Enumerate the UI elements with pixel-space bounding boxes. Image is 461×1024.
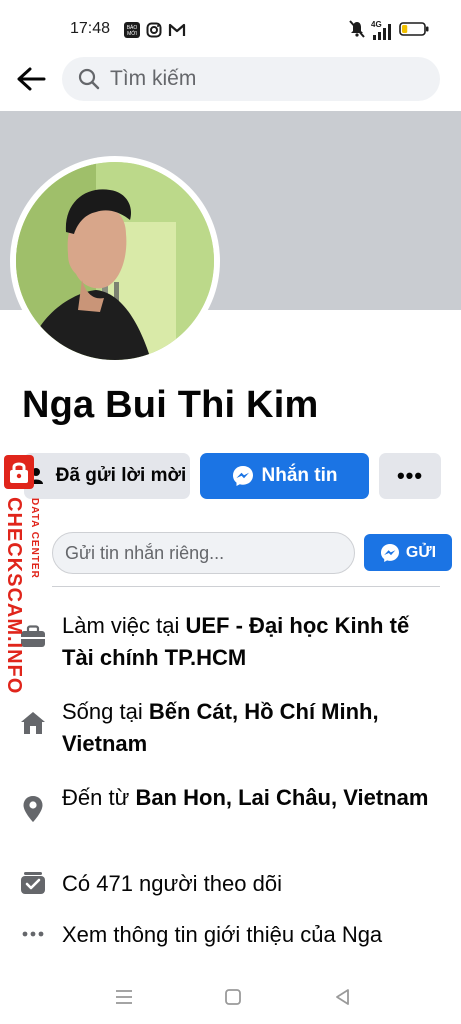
work-text: Làm việc tại UEF - Đại học Kinh tế Tài c… [62,613,410,670]
home-nav-button[interactable] [219,984,247,1010]
svg-text:BÁO: BÁO [127,24,138,31]
more-horizontal-icon [20,921,46,947]
profile-name: Nga Bui Thi Kim [22,384,319,426]
search-input[interactable] [110,67,410,91]
private-message-input[interactable] [52,532,355,574]
friend-request-label: Đã gửi lời mời [55,465,187,486]
square-home-icon [225,989,241,1005]
search-icon [78,68,100,90]
system-nav-bar [0,970,461,1024]
back-nav-button[interactable] [329,984,357,1010]
lives-text: Sống tại Bến Cát, Hồ Chí Minh, Vietnam [62,699,379,756]
more-dots-icon: ••• [396,463,424,488]
svg-text:MỚI: MỚI [127,30,137,37]
about-text[interactable]: Xem thông tin giới thiệu của Nga [62,919,432,951]
profile-avatar[interactable] [10,156,220,366]
status-time: 17:48 [70,20,111,37]
battery-icon [399,21,429,42]
signal-icon: 4G [371,20,393,41]
from-text: Đến từ Ban Hon, Lai Châu, Vietnam [62,785,429,810]
triangle-back-icon [336,989,349,1005]
gmail-icon [168,22,186,43]
message-button[interactable]: Nhắn tin [200,453,369,499]
followers-text: Có 471 người theo dõi [62,871,282,896]
back-button[interactable] [14,62,48,96]
messenger-icon [232,466,253,486]
menu-lines-icon [116,990,132,1004]
watermark-lock-icon [4,455,34,489]
arrow-left-icon [17,67,46,91]
send-button[interactable]: GỬI [364,534,452,571]
avatar-photo [16,162,214,360]
more-options-button[interactable]: ••• [379,453,441,499]
divider [52,586,440,587]
message-label: Nhắn tin [261,465,338,486]
search-bar[interactable] [62,57,440,101]
friend-request-sent-button[interactable]: Đã gửi lời mời [24,453,190,499]
instagram-icon [146,22,162,43]
location-pin-icon [20,796,46,822]
home-icon [20,710,46,736]
watermark-brand: CHECKSCAM.INFO [3,497,25,695]
baomoi-icon: BÁO MỚI [124,22,140,43]
status-bar: 17:48 BÁO MỚI 4G [0,0,461,56]
watermark-subtitle: DATA CENTER [29,498,40,579]
messenger-icon [380,543,399,562]
send-label: GỬI [405,543,437,561]
followers-icon [20,870,46,896]
menu-nav-button[interactable] [110,984,138,1010]
mute-icon [349,20,365,43]
